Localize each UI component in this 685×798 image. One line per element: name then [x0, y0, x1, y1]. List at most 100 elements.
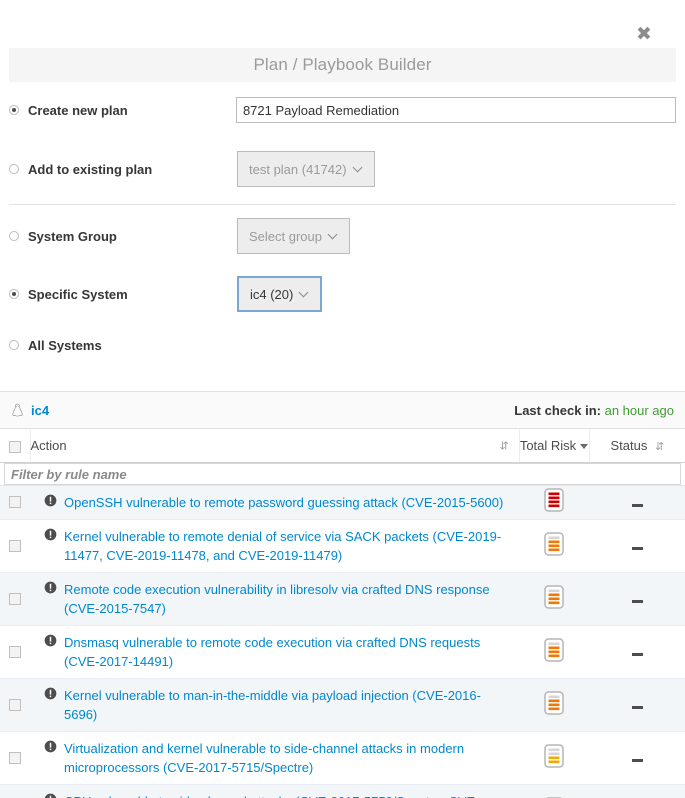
- info-icon: [44, 527, 57, 546]
- row-action-cell: CPU vulnerable to side-channel attacks (…: [30, 785, 519, 798]
- sort-icon[interactable]: ⇵: [500, 439, 509, 452]
- table-row[interactable]: OpenSSH vulnerable to remote password gu…: [0, 485, 685, 520]
- rule-link[interactable]: Dnsmasq vulnerable to remote code execut…: [64, 633, 509, 671]
- table-row[interactable]: Virtualization and kernel vulnerable to …: [0, 731, 685, 785]
- header-total-risk-label: Total Risk: [519, 438, 589, 453]
- existing-plan-dropdown-value: test plan (41742): [249, 161, 347, 177]
- label-specific-system: Specific System: [28, 286, 128, 302]
- row-status-cell: [589, 679, 685, 732]
- header-action-label: Action: [30, 438, 67, 453]
- rule-link[interactable]: Remote code execution vulnerability in l…: [64, 580, 509, 618]
- radio-all-systems[interactable]: [9, 340, 19, 350]
- row-total-risk-cell: [519, 785, 589, 798]
- existing-plan-dropdown[interactable]: test plan (41742): [237, 151, 375, 187]
- row-specific-system: Specific System ic4 (20): [9, 267, 676, 321]
- row-select-cell: [0, 785, 30, 798]
- total-risk-icon: [544, 637, 564, 666]
- row-total-risk-cell: [519, 573, 589, 626]
- plan-name-input[interactable]: [235, 97, 676, 123]
- rule-link[interactable]: Kernel vulnerable to man-in-the-middle v…: [64, 686, 509, 724]
- row-total-risk-cell: [519, 520, 589, 573]
- label-all-systems: All Systems: [28, 337, 102, 353]
- row-action-cell: Dnsmasq vulnerable to remote code execut…: [30, 626, 519, 679]
- total-risk-icon: [544, 690, 564, 719]
- chevron-down-icon: [354, 163, 363, 172]
- row-status-cell: [589, 573, 685, 626]
- header-status[interactable]: Status ⇵: [589, 429, 685, 463]
- table-row[interactable]: Dnsmasq vulnerable to remote code execut…: [0, 625, 685, 679]
- row-checkbox[interactable]: [9, 496, 21, 509]
- rules-table: Action ⇵ Total Risk Status ⇵ Filter by r…: [0, 429, 685, 798]
- rules-table-head: Action ⇵ Total Risk Status ⇵: [0, 429, 685, 486]
- row-select-cell: [0, 626, 30, 679]
- row-checkbox[interactable]: [9, 539, 21, 552]
- rules-table-header-row: Action ⇵ Total Risk Status ⇵: [0, 429, 685, 463]
- row-all-systems: All Systems: [9, 321, 676, 369]
- row-checkbox[interactable]: [9, 698, 21, 711]
- row-select-cell: [0, 679, 30, 732]
- table-row[interactable]: CPU vulnerable to side-channel attacks (…: [0, 784, 685, 798]
- info-icon: [44, 792, 57, 798]
- row-system-group: System Group Select group: [9, 205, 676, 267]
- status-dash-icon: [631, 706, 643, 709]
- row-select-cell: [0, 520, 30, 573]
- row-total-risk-cell: [519, 732, 589, 785]
- total-risk-icon: [544, 488, 564, 516]
- radio-add-to-existing-plan[interactable]: [9, 164, 19, 174]
- chevron-down-icon: [300, 288, 309, 297]
- row-status-cell: [589, 785, 685, 798]
- target-form: System Group Select group Specific Syste…: [0, 205, 685, 369]
- header-action[interactable]: Action ⇵: [30, 429, 520, 463]
- info-icon: [44, 493, 57, 512]
- header-select-all: [0, 429, 31, 463]
- row-total-risk-cell: [519, 626, 589, 679]
- plan-playbook-builder-modal: ✖ Plan / Playbook Builder Create new pla…: [0, 0, 685, 798]
- rule-link[interactable]: OpenSSH vulnerable to remote password gu…: [64, 493, 503, 512]
- specific-system-dropdown[interactable]: ic4 (20): [237, 276, 323, 312]
- row-add-to-existing-plan: Add to existing plan test plan (41742): [9, 138, 676, 200]
- system-summary-header: ic4 Last check in: an hour ago: [0, 391, 685, 429]
- row-select-cell: [0, 486, 30, 520]
- radio-system-group[interactable]: [9, 231, 19, 241]
- radio-create-new-plan[interactable]: [9, 105, 19, 115]
- table-row[interactable]: Kernel vulnerable to man-in-the-middle v…: [0, 678, 685, 732]
- radio-specific-system[interactable]: [9, 289, 19, 299]
- rule-link[interactable]: Kernel vulnerable to remote denial of se…: [64, 527, 509, 565]
- modal-close-row: ✖: [0, 0, 685, 48]
- table-row[interactable]: Remote code execution vulnerability in l…: [0, 572, 685, 626]
- select-all-checkbox[interactable]: [8, 440, 21, 453]
- last-check-in-value: an hour ago: [604, 402, 674, 418]
- row-status-cell: [589, 626, 685, 679]
- row-checkbox[interactable]: [9, 751, 21, 764]
- row-checkbox[interactable]: [9, 592, 21, 605]
- table-row[interactable]: Kernel vulnerable to remote denial of se…: [0, 519, 685, 573]
- system-group-dropdown-value: Select group: [249, 228, 322, 244]
- sort-icon[interactable]: ⇵: [655, 440, 664, 453]
- rules-table-body: OpenSSH vulnerable to remote password gu…: [0, 485, 685, 798]
- system-group-dropdown[interactable]: Select group: [237, 218, 350, 254]
- status-dash-icon: [631, 600, 643, 603]
- system-name[interactable]: ic4: [31, 403, 49, 418]
- total-risk-icon: [544, 531, 564, 560]
- row-create-new-plan: Create new plan: [9, 82, 676, 138]
- info-icon: [44, 633, 57, 652]
- rule-link[interactable]: Virtualization and kernel vulnerable to …: [64, 739, 509, 777]
- row-action-cell: Remote code execution vulnerability in l…: [30, 573, 519, 626]
- filter-rule-name-input[interactable]: [4, 463, 681, 485]
- row-total-risk-cell: [519, 679, 589, 732]
- last-check-in: Last check in: an hour ago: [514, 403, 674, 418]
- label-add-to-existing-plan: Add to existing plan: [28, 161, 153, 177]
- filter-row: [0, 462, 685, 486]
- label-system-group: System Group: [28, 228, 117, 244]
- close-icon[interactable]: ✖: [634, 24, 654, 44]
- rule-link[interactable]: CPU vulnerable to side-channel attacks (…: [64, 792, 509, 798]
- last-check-in-label: Last check in:: [514, 402, 601, 418]
- row-checkbox[interactable]: [9, 645, 21, 658]
- sort-desc-icon: [580, 443, 589, 449]
- header-total-risk[interactable]: Total Risk: [518, 429, 590, 463]
- row-total-risk-cell: [519, 486, 589, 520]
- filter-cell: [0, 462, 685, 486]
- row-select-cell: [0, 573, 30, 626]
- header-total-risk-text: Total Risk: [519, 438, 577, 453]
- label-create-new-plan: Create new plan: [28, 102, 128, 118]
